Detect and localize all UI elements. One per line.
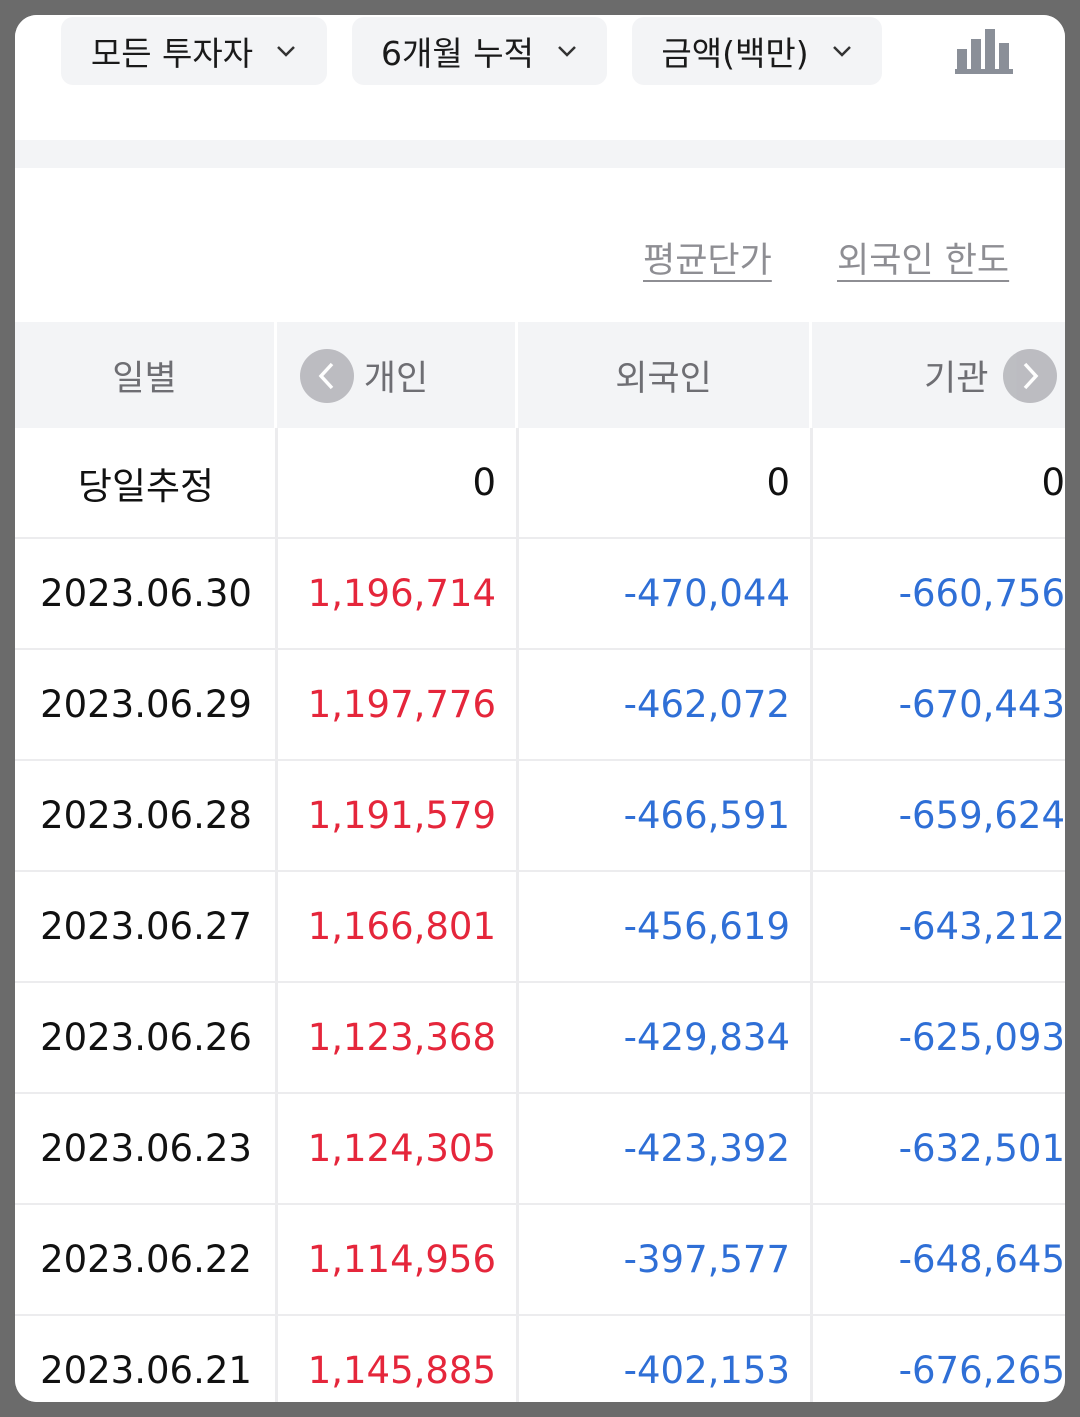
chevron-down-icon [277,46,296,57]
section-divider [15,140,1065,168]
unit-filter-label: 금액(백만) [661,34,809,73]
individual-cell: 1,124,305 [307,1127,496,1170]
table-row: 2023.06.21 1,145,885 -402,153 -676,265 [15,1316,1065,1402]
column-divider [275,650,278,761]
table-row: 2023.06.23 1,124,305 -423,392 -632,501 [15,1094,1065,1205]
foreign-cell: -429,834 [623,1016,790,1059]
scroll-right-button[interactable] [1003,349,1057,403]
column-divider [516,539,519,650]
chevron-down-icon [832,46,851,57]
foreign-cell: -462,072 [623,683,790,726]
foreign-cell: -397,577 [623,1238,790,1281]
filter-bar: 모든 투자자 6개월 누적 금액(백만) [15,15,1065,140]
column-divider [810,872,813,983]
investor-trading-card: 모든 투자자 6개월 누적 금액(백만) 평균단가 외국인 한도 일별 개인 외… [15,15,1065,1402]
table-header-row: 일별 개인 외국인 기관 [15,322,1065,430]
column-divider [275,761,278,872]
unit-filter-dropdown[interactable]: 금액(백만) [632,17,882,85]
institution-cell: -648,645 [898,1238,1065,1281]
scroll-left-button[interactable] [300,349,354,403]
chevron-right-icon [1023,362,1039,390]
institution-cell: -632,501 [898,1127,1065,1170]
institution-cell: -659,624 [898,794,1065,837]
column-divider [516,761,519,872]
column-divider [810,1316,813,1402]
column-divider [275,872,278,983]
header-foreign: 외국인 [518,322,812,428]
individual-cell: 1,166,801 [307,905,496,948]
column-divider [516,983,519,1094]
individual-cell: 0 [472,461,496,504]
period-filter-dropdown[interactable]: 6개월 누적 [352,17,607,85]
column-divider [516,1316,519,1402]
header-date: 일별 [15,322,277,428]
table-row: 2023.06.27 1,166,801 -456,619 -643,212 [15,872,1065,983]
column-divider [275,983,278,1094]
individual-cell: 1,145,885 [307,1349,496,1392]
column-divider [810,1205,813,1316]
date-cell: 2023.06.30 [40,572,252,615]
column-divider [810,1094,813,1205]
column-divider [516,650,519,761]
column-divider [810,983,813,1094]
individual-cell: 1,196,714 [307,572,496,615]
average-price-link[interactable]: 평균단가 [643,232,772,283]
period-filter-label: 6개월 누적 [381,34,534,73]
column-divider [516,428,519,539]
foreign-cell: -402,153 [623,1349,790,1392]
foreign-cell: 0 [766,461,790,504]
date-cell: 2023.06.28 [40,794,252,837]
column-divider [810,650,813,761]
column-divider [275,428,278,539]
investor-filter-dropdown[interactable]: 모든 투자자 [61,17,327,85]
column-divider [810,539,813,650]
investor-filter-label: 모든 투자자 [90,34,254,73]
foreign-limit-link[interactable]: 외국인 한도 [837,232,1009,283]
individual-cell: 1,197,776 [307,683,496,726]
table-row: 2023.06.28 1,191,579 -466,591 -659,624 [15,761,1065,872]
institution-cell: 0 [1041,461,1065,504]
table-row: 2023.06.26 1,123,368 -429,834 -625,093 [15,983,1065,1094]
individual-cell: 1,123,368 [307,1016,496,1059]
individual-cell: 1,114,956 [307,1238,496,1281]
date-cell: 2023.06.23 [40,1127,252,1170]
column-divider [516,1094,519,1205]
table-row: 2023.06.29 1,197,776 -462,072 -670,443 [15,650,1065,761]
column-divider [275,539,278,650]
table-row: 당일추정 0 0 0 [15,428,1065,539]
column-divider [275,1205,278,1316]
institution-cell: -660,756 [898,572,1065,615]
date-cell: 2023.06.27 [40,905,252,948]
institution-cell: -676,265 [898,1349,1065,1392]
institution-cell: -670,443 [898,683,1065,726]
date-cell: 2023.06.29 [40,683,252,726]
date-cell: 당일추정 [77,464,215,508]
bar-chart-icon[interactable] [955,27,1013,75]
foreign-cell: -423,392 [623,1127,790,1170]
individual-cell: 1,191,579 [307,794,496,837]
column-divider [275,1094,278,1205]
chevron-left-icon [318,362,334,390]
table-row: 2023.06.22 1,114,956 -397,577 -648,645 [15,1205,1065,1316]
foreign-cell: -456,619 [623,905,790,948]
column-divider [275,1316,278,1402]
date-cell: 2023.06.26 [40,1016,252,1059]
table-row: 2023.06.30 1,196,714 -470,044 -660,756 [15,539,1065,650]
institution-cell: -625,093 [898,1016,1065,1059]
date-cell: 2023.06.22 [40,1238,252,1281]
link-bar: 평균단가 외국인 한도 [15,168,1065,322]
column-divider [516,872,519,983]
column-divider [810,761,813,872]
chevron-down-icon [558,46,576,57]
foreign-cell: -470,044 [623,572,790,615]
institution-cell: -643,212 [898,905,1065,948]
column-divider [810,428,813,539]
foreign-cell: -466,591 [623,794,790,837]
date-cell: 2023.06.21 [40,1349,252,1392]
column-divider [516,1205,519,1316]
